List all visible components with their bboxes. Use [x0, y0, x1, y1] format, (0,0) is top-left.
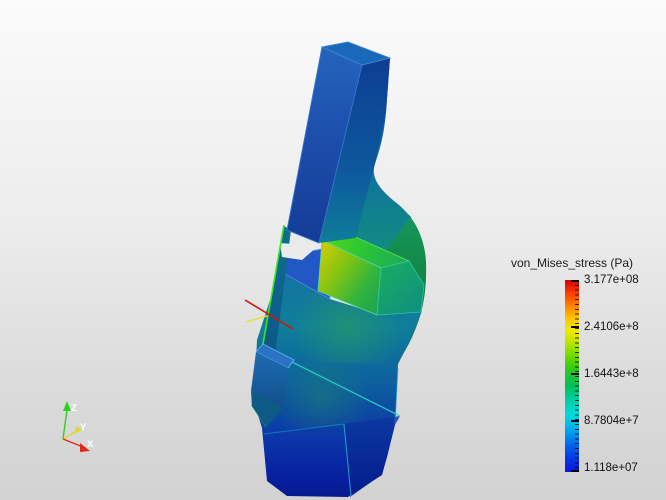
- legend-title: von_Mises_stress (Pa): [510, 256, 634, 270]
- colorbar-major-tick: [571, 326, 579, 328]
- z-axis-arrowhead-icon: [63, 401, 71, 411]
- legend-tick-label: 3.177e+08: [584, 274, 639, 286]
- colorbar-major-tick: [571, 373, 579, 375]
- z-axis-arrow: [62, 409, 68, 440]
- colorbar-minor-ticks: [575, 280, 579, 472]
- legend-tick-label: 1.6443e+8: [584, 368, 639, 380]
- colorbar-major-tick: [571, 280, 579, 282]
- stress-colorbar: [565, 280, 579, 472]
- z-axis-label: Z: [71, 403, 77, 414]
- render-viewport[interactable]: Z Y X von_Mises_stress (Pa) 3.177e+08 2.…: [0, 0, 666, 500]
- stress-model: [244, 41, 427, 497]
- legend-tick-label: 8.7804e+7: [584, 415, 639, 427]
- orientation-axes-triad: Z Y X: [62, 401, 94, 452]
- colorbar-major-tick: [571, 420, 579, 422]
- x-axis-label: X: [87, 439, 94, 450]
- model-lower-right-face: [344, 416, 400, 497]
- legend-tick-label: 2.4106e+8: [584, 321, 639, 333]
- colorbar-major-tick: [571, 470, 579, 472]
- y-axis-label: Y: [80, 422, 87, 433]
- legend-tick-label: 1.118e+07: [584, 462, 638, 474]
